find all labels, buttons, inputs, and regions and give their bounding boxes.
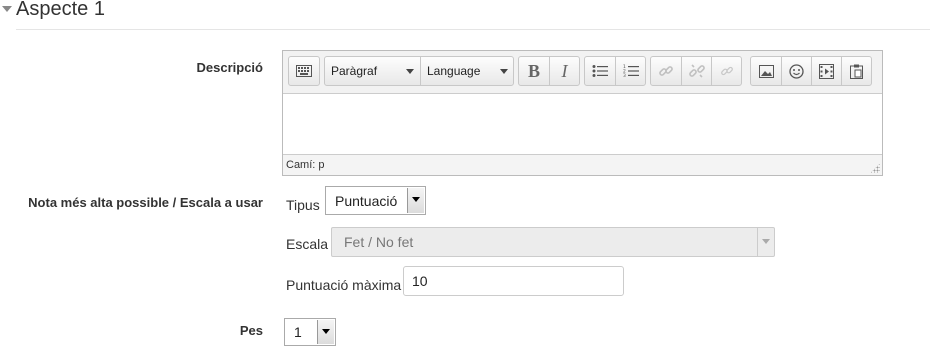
language-select-value: Language [427,64,481,78]
editor-statusbar: Camí: p [283,154,882,175]
grade-label: Nota més alta possible / Escala a usar [28,195,263,210]
max-grade-label: Puntuació màxima [286,277,402,293]
section-divider [16,29,930,30]
link-icon[interactable] [651,57,681,85]
emoticon-icon[interactable] [781,57,811,85]
chevron-down-icon [317,320,334,344]
language-select[interactable]: Language [420,57,514,85]
resize-grip-icon[interactable] [870,163,880,173]
scale-select[interactable]: Fet / No fet [331,227,775,257]
chevron-down-icon [500,69,508,74]
editor-content-area[interactable] [283,94,882,154]
paragraph-select[interactable]: Paràgraf [325,57,420,85]
weight-select[interactable]: 1 [284,318,336,346]
unlink-icon[interactable] [681,57,711,85]
bullet-list-icon[interactable] [585,57,615,85]
bold-button[interactable]: B [519,57,549,85]
max-grade-input[interactable]: 10 [403,266,624,296]
paste-icon[interactable] [841,57,871,85]
chevron-down-icon [757,228,774,256]
chevron-down-icon [406,69,414,74]
insert-group [750,56,872,86]
type-select[interactable]: Puntuació [325,186,426,215]
description-editor: Paràgraf Language B I 123 Camí: p [282,50,883,176]
toolbar-toggle-group [288,56,320,86]
paragraph-select-value: Paràgraf [331,64,378,78]
svg-text:3: 3 [623,73,626,78]
numbered-list-icon[interactable]: 123 [615,57,645,85]
weight-label: Pes [239,323,263,338]
type-label: Tipus [286,197,320,213]
text-style-group: B I [518,56,580,86]
link-group [650,56,742,86]
type-select-value: Puntuació [335,193,398,209]
image-icon[interactable] [751,57,781,85]
scale-select-value: Fet / No fet [344,234,414,250]
anchor-link-icon[interactable] [711,57,741,85]
editor-path[interactable]: Camí: p [286,159,325,171]
format-select-group: Paràgraf Language [324,56,514,86]
media-icon[interactable] [811,57,841,85]
chevron-down-icon[interactable] [2,6,12,12]
editor-toolbar: Paràgraf Language B I 123 [283,51,882,94]
section-title[interactable]: Aspecte 1 [16,0,105,21]
list-group: 123 [584,56,646,86]
description-label: Descripció [196,60,263,75]
italic-button[interactable]: I [549,57,579,85]
keyboard-toggle-icon[interactable] [289,57,319,85]
chevron-down-icon [407,188,424,213]
weight-select-value: 1 [294,324,302,340]
scale-label: Escala [286,236,329,252]
